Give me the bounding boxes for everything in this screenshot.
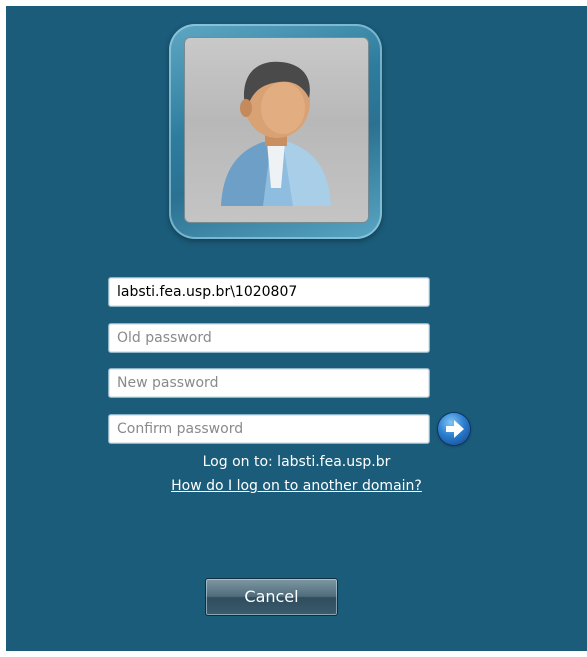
username-field[interactable] bbox=[108, 277, 430, 307]
log-on-to-text: Log on to: labsti.fea.usp.br bbox=[202, 454, 391, 470]
user-silhouette-icon bbox=[221, 61, 331, 206]
confirm-password-field[interactable] bbox=[108, 414, 430, 444]
submit-button[interactable] bbox=[438, 413, 470, 445]
new-password-field[interactable] bbox=[108, 368, 430, 398]
change-password-screen: Log on to: labsti.fea.usp.br How do I lo… bbox=[6, 6, 587, 651]
cancel-button[interactable]: Cancel bbox=[205, 578, 338, 616]
other-domain-link[interactable]: How do I log on to another domain? bbox=[6, 478, 587, 494]
user-tile bbox=[169, 24, 382, 239]
old-password-field[interactable] bbox=[108, 323, 430, 353]
arrow-right-icon bbox=[446, 420, 464, 438]
user-avatar-icon bbox=[184, 37, 369, 223]
